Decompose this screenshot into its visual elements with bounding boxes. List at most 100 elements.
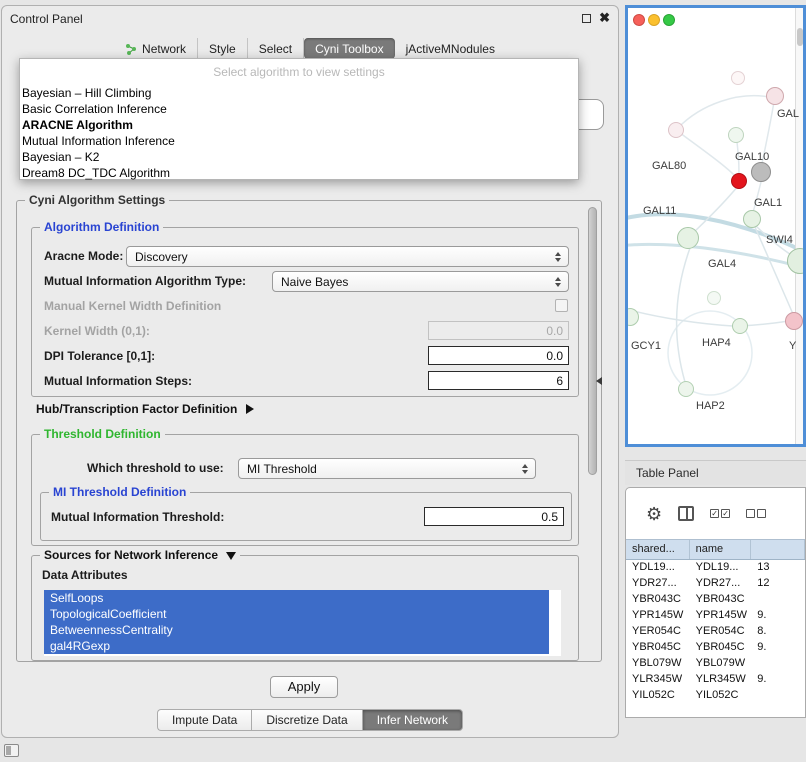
scrollbar-thumb[interactable]	[588, 207, 597, 475]
manual-kernel-checkbox[interactable]	[555, 299, 568, 312]
network-node-label: GAL10	[735, 151, 769, 163]
scrollbar-thumb[interactable]	[797, 28, 803, 46]
network-node[interactable]	[743, 210, 761, 228]
table-header-row[interactable]: shared... name	[626, 539, 805, 560]
table-cell: YLR345W	[626, 672, 690, 688]
table-row[interactable]: YBL079WYBL079W	[626, 656, 805, 672]
tab-jactivemnodules[interactable]: jActiveMNodules	[395, 38, 506, 59]
dropdown-item[interactable]: Dream8 DC_TDC Algorithm	[20, 165, 578, 181]
control-panel-titlebar[interactable]: Control Panel ✖	[2, 6, 618, 32]
column-header[interactable]: shared...	[626, 540, 690, 559]
minimized-panel-icon[interactable]	[4, 744, 19, 757]
sources-title-text: Sources for Network Inference	[44, 548, 218, 562]
table-cell: 13	[751, 560, 805, 576]
dropdown-item[interactable]: Bayesian – Hill Climbing	[20, 85, 578, 101]
tab-cyni-toolbox[interactable]: Cyni Toolbox	[304, 38, 394, 59]
table-cell: 12	[751, 576, 805, 592]
kernel-width-input[interactable]	[428, 321, 569, 340]
table-row[interactable]: YIL052CYIL052C	[626, 688, 805, 704]
table-row[interactable]: YER054CYER054C8.	[626, 624, 805, 640]
network-canvas[interactable]: GALGAL80GAL10GAL11GAL1SWI4GAL4GCY1HAP4YH…	[628, 8, 803, 444]
collapse-down-icon	[226, 552, 236, 560]
aracne-mode-value: Discovery	[135, 250, 188, 264]
tab-select[interactable]: Select	[248, 38, 304, 59]
tab-discretize-data[interactable]: Discretize Data	[251, 709, 361, 731]
network-node-label: GAL4	[708, 258, 736, 270]
network-node[interactable]	[731, 173, 747, 189]
unchecked-box-icon	[757, 509, 766, 518]
table-panel-titlebar[interactable]: Table Panel	[625, 460, 806, 485]
window-minimize-icon[interactable]	[648, 14, 660, 26]
table-cell: YPR145W	[626, 608, 690, 624]
sources-group-title[interactable]: Sources for Network Inference	[40, 548, 240, 562]
network-node[interactable]	[668, 122, 684, 138]
column-header[interactable]: name	[690, 540, 752, 559]
network-scrollbar[interactable]	[795, 8, 803, 444]
network-view-window[interactable]: GALGAL80GAL10GAL11GAL1SWI4GAL4GCY1HAP4YH…	[625, 5, 806, 447]
list-item[interactable]: gal4RGexp	[44, 638, 549, 654]
list-item[interactable]: TopologicalCoefficient	[44, 606, 549, 622]
dropdown-item-selected[interactable]: ARACNE Algorithm	[20, 117, 578, 133]
table-cell: 9.	[751, 640, 805, 656]
dropdown-item[interactable]: Basic Correlation Inference	[20, 101, 578, 117]
window-zoom-icon[interactable]	[663, 14, 675, 26]
network-node[interactable]	[766, 87, 784, 105]
tab-impute-data[interactable]: Impute Data	[157, 709, 251, 731]
gear-icon[interactable]: ⚙	[646, 505, 662, 523]
group-title: Cyni Algorithm Settings	[25, 193, 169, 207]
network-node[interactable]	[751, 162, 771, 182]
deselect-all-icon[interactable]	[746, 509, 766, 518]
aracne-mode-select[interactable]: Discovery	[126, 246, 569, 267]
network-node[interactable]	[728, 127, 744, 143]
dropdown-item[interactable]: Bayesian – K2	[20, 149, 578, 165]
which-threshold-value: MI Threshold	[247, 462, 317, 476]
table-row[interactable]: YBR043CYBR043C	[626, 592, 805, 608]
network-node[interactable]	[732, 318, 748, 334]
tab-style[interactable]: Style	[198, 38, 248, 59]
network-node[interactable]	[787, 248, 806, 274]
mi-threshold-input[interactable]	[424, 507, 564, 526]
window-close-icon[interactable]	[633, 14, 645, 26]
algorithm-dropdown: Select algorithm to view settings Bayesi…	[19, 58, 579, 180]
table-cell: YBL079W	[690, 656, 752, 672]
network-node[interactable]	[731, 71, 745, 85]
mi-type-select[interactable]: Naive Bayes	[272, 271, 569, 292]
hub-definition-toggle[interactable]: Hub/Transcription Factor Definition	[36, 402, 254, 416]
table-row[interactable]: YBR045CYBR045C9.	[626, 640, 805, 656]
network-node[interactable]	[785, 312, 803, 330]
table-row[interactable]: YDL19...YDL19...13	[626, 560, 805, 576]
which-threshold-select[interactable]: MI Threshold	[238, 458, 536, 479]
mi-type-value: Naive Bayes	[281, 275, 348, 289]
table-cell: YDL19...	[626, 560, 690, 576]
mi-threshold-definition-group: MI Threshold Definition Mutual Informati…	[40, 492, 572, 541]
which-threshold-label: Which threshold to use:	[87, 461, 224, 475]
dropdown-item[interactable]: Mutual Information Inference	[20, 133, 578, 149]
table-row[interactable]: YDR27...YDR27...12	[626, 576, 805, 592]
checked-box-icon: ✓	[710, 509, 719, 518]
apply-button[interactable]: Apply	[270, 676, 338, 698]
table-row[interactable]: YLR345WYLR345W9.	[626, 672, 805, 688]
network-node[interactable]	[707, 291, 721, 305]
network-node[interactable]	[677, 227, 699, 249]
select-all-icon[interactable]: ✓ ✓	[710, 509, 730, 518]
table-cell	[751, 688, 805, 704]
column-header[interactable]	[751, 540, 805, 559]
columns-icon[interactable]	[678, 506, 694, 521]
list-item[interactable]: BetweennessCentrality	[44, 622, 549, 638]
network-node[interactable]	[678, 381, 694, 397]
panel-collapse-arrow-icon[interactable]	[596, 377, 602, 385]
tab-infer-network[interactable]: Infer Network	[362, 709, 463, 731]
table-cell	[751, 592, 805, 608]
kernel-width-label: Kernel Width (0,1):	[44, 324, 150, 338]
tab-network[interactable]: Network	[114, 38, 198, 59]
mi-steps-label: Mutual Information Steps:	[44, 374, 192, 388]
group-title: Threshold Definition	[40, 427, 165, 441]
dpi-tolerance-input[interactable]	[428, 346, 569, 365]
float-window-icon[interactable]	[582, 14, 591, 23]
mi-steps-input[interactable]	[428, 371, 569, 390]
settings-scrollbar[interactable]	[588, 207, 598, 655]
data-attributes-list[interactable]: SelfLoops TopologicalCoefficient Between…	[44, 590, 561, 656]
close-icon[interactable]: ✖	[599, 10, 610, 26]
table-row[interactable]: YPR145WYPR145W9.	[626, 608, 805, 624]
list-item[interactable]: SelfLoops	[44, 590, 549, 606]
